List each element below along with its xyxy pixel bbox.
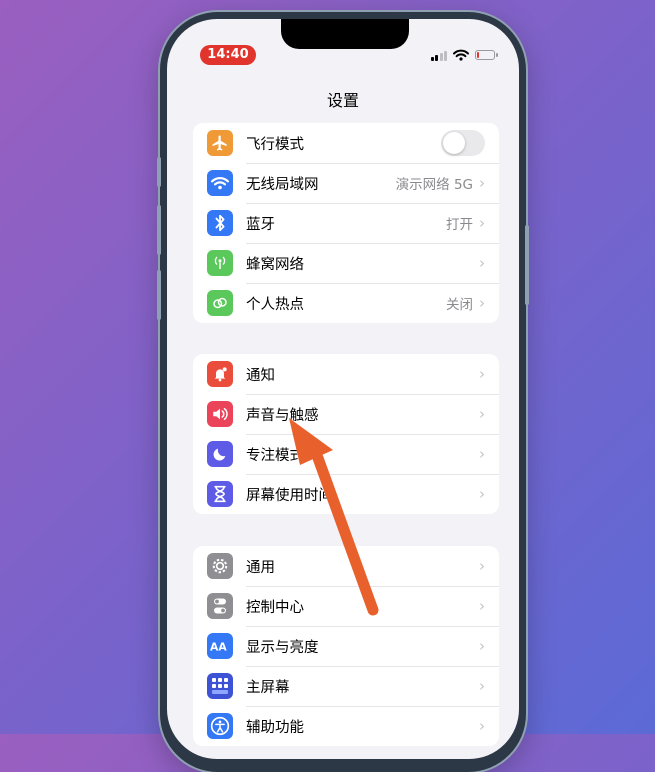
annotation-arrow — [289, 418, 379, 616]
